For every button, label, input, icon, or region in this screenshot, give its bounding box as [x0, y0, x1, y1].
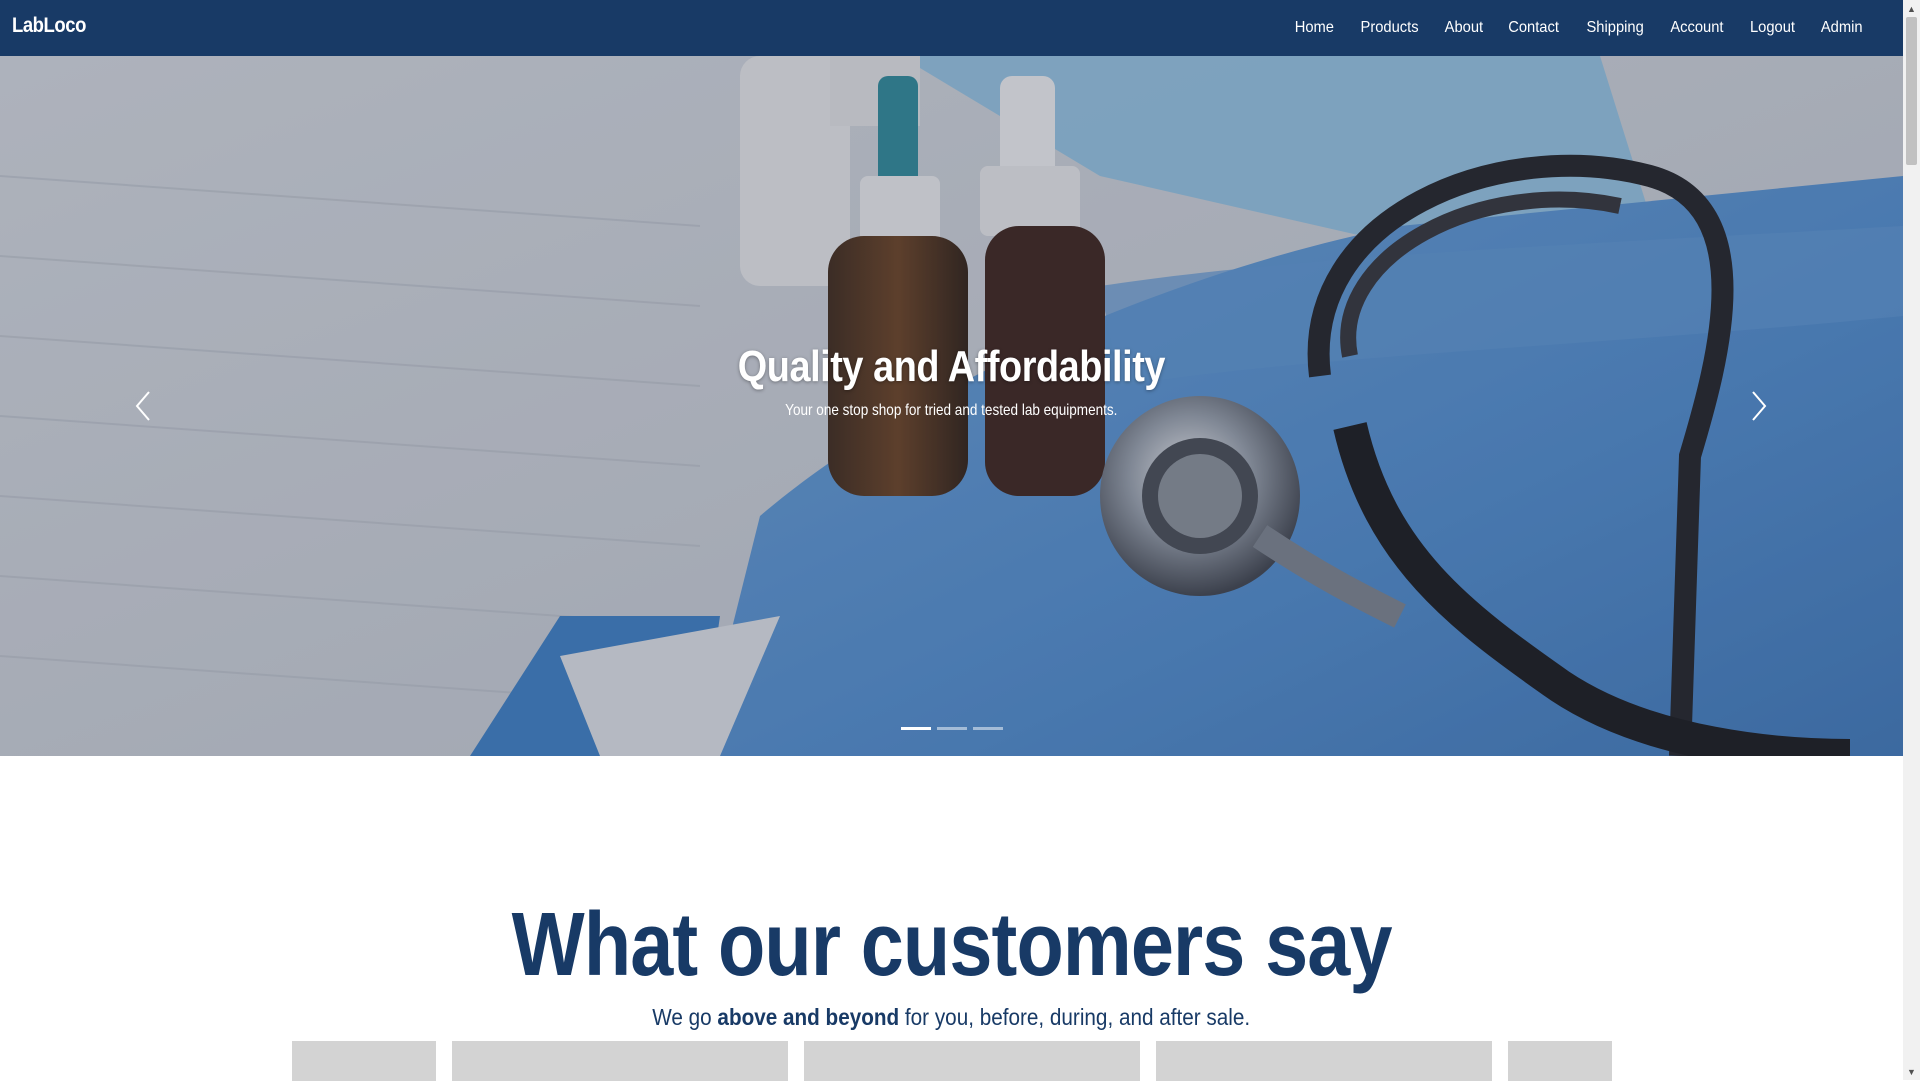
- testimonials-title: What our customers say: [511, 895, 1392, 995]
- nav-account[interactable]: Account: [1670, 19, 1723, 37]
- nav-links: Home Products About Contact Shipping Acc…: [1271, 0, 1864, 56]
- nav-shipping[interactable]: Shipping: [1586, 19, 1643, 37]
- top-navbar: LabLoco Home Products About Contact Ship…: [0, 0, 1903, 56]
- hero-carousel: Quality and Affordability Your one stop …: [0, 56, 1903, 756]
- scroll-up-arrow-icon[interactable]: ▲: [1903, 0, 1920, 17]
- carousel-indicator-1[interactable]: [900, 727, 931, 730]
- scroll-down-arrow-icon[interactable]: ▼: [1903, 1063, 1920, 1080]
- brand-logo[interactable]: LabLoco: [12, 14, 86, 38]
- nav-contact[interactable]: Contact: [1509, 19, 1560, 37]
- testimonial-card[interactable]: [452, 1041, 788, 1081]
- carousel-indicators: [0, 727, 1903, 730]
- hero-subtitle: Your one stop shop for tried and tested …: [785, 402, 1118, 419]
- carousel-indicator-3[interactable]: [972, 727, 1003, 730]
- testimonial-card[interactable]: [804, 1041, 1140, 1081]
- page-scrollbar[interactable]: ▲ ▼: [1903, 0, 1920, 1080]
- hero-title: Quality and Affordability: [737, 342, 1166, 391]
- testimonials-subtitle: We go above and beyond for you, before, …: [652, 1004, 1251, 1030]
- testimonial-card[interactable]: [1508, 1041, 1612, 1081]
- hero-caption: Quality and Affordability Your one stop …: [0, 342, 1903, 420]
- scrollbar-thumb[interactable]: [1906, 17, 1917, 165]
- nav-admin[interactable]: Admin: [1820, 19, 1862, 37]
- testimonial-card[interactable]: [292, 1041, 436, 1081]
- testimonial-card[interactable]: [1156, 1041, 1492, 1081]
- nav-about[interactable]: About: [1444, 19, 1482, 37]
- nav-products[interactable]: Products: [1360, 19, 1418, 37]
- testimonial-cards: [0, 1041, 1903, 1081]
- carousel-indicator-2[interactable]: [936, 727, 967, 730]
- nav-home[interactable]: Home: [1295, 19, 1334, 37]
- nav-logout[interactable]: Logout: [1750, 19, 1795, 37]
